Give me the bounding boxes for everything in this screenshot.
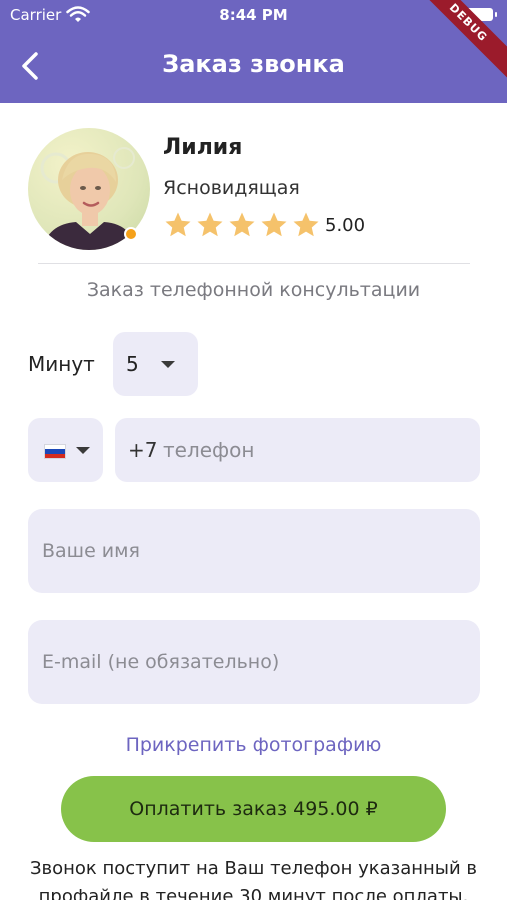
star-icon [165,212,191,237]
minutes-label: Минут [28,352,95,376]
consultation-subtitle: Заказ телефонной консультации [86,279,421,301]
name-input[interactable] [42,533,462,569]
phone-field[interactable]: +7 [115,418,480,482]
minutes-dropdown[interactable]: 5 [113,332,198,396]
chevron-down-icon [76,447,90,454]
rating-stars: 5.00 [163,210,365,240]
divider [38,263,470,264]
attach-photo-link[interactable]: Прикрепить фотографию [0,734,507,756]
call-info-note: Звонок поступит на Ваш телефон указанный… [29,858,478,900]
star-icon [261,212,287,237]
psychic-name: Лилия [163,135,243,160]
country-code-dropdown[interactable] [28,418,103,482]
status-time: 8:44 PM [219,6,288,24]
online-status-dot [124,227,138,241]
russia-flag-icon [44,444,66,459]
rating-value: 5.00 [325,214,366,236]
star-icon [229,212,255,237]
chevron-down-icon [161,361,175,368]
psychic-specialty: Ясновидящая [163,177,300,199]
minutes-value: 5 [126,352,139,376]
phone-input[interactable] [163,432,463,468]
app-bar: Carrier 8:44 PM Заказ звонка DEBUG [0,0,507,103]
email-field[interactable] [28,620,480,704]
phone-country-code: +7 [128,438,158,462]
star-icon [293,212,319,237]
status-bar: Carrier 8:44 PM [0,0,507,30]
star-icon [197,212,223,237]
name-field[interactable] [28,509,480,593]
email-input[interactable] [42,644,462,680]
psychic-avatar-container[interactable] [28,128,150,250]
pay-order-button[interactable]: Оплатить заказ 495.00 ₽ [61,776,446,842]
page-title: Заказ звонка [162,50,345,78]
